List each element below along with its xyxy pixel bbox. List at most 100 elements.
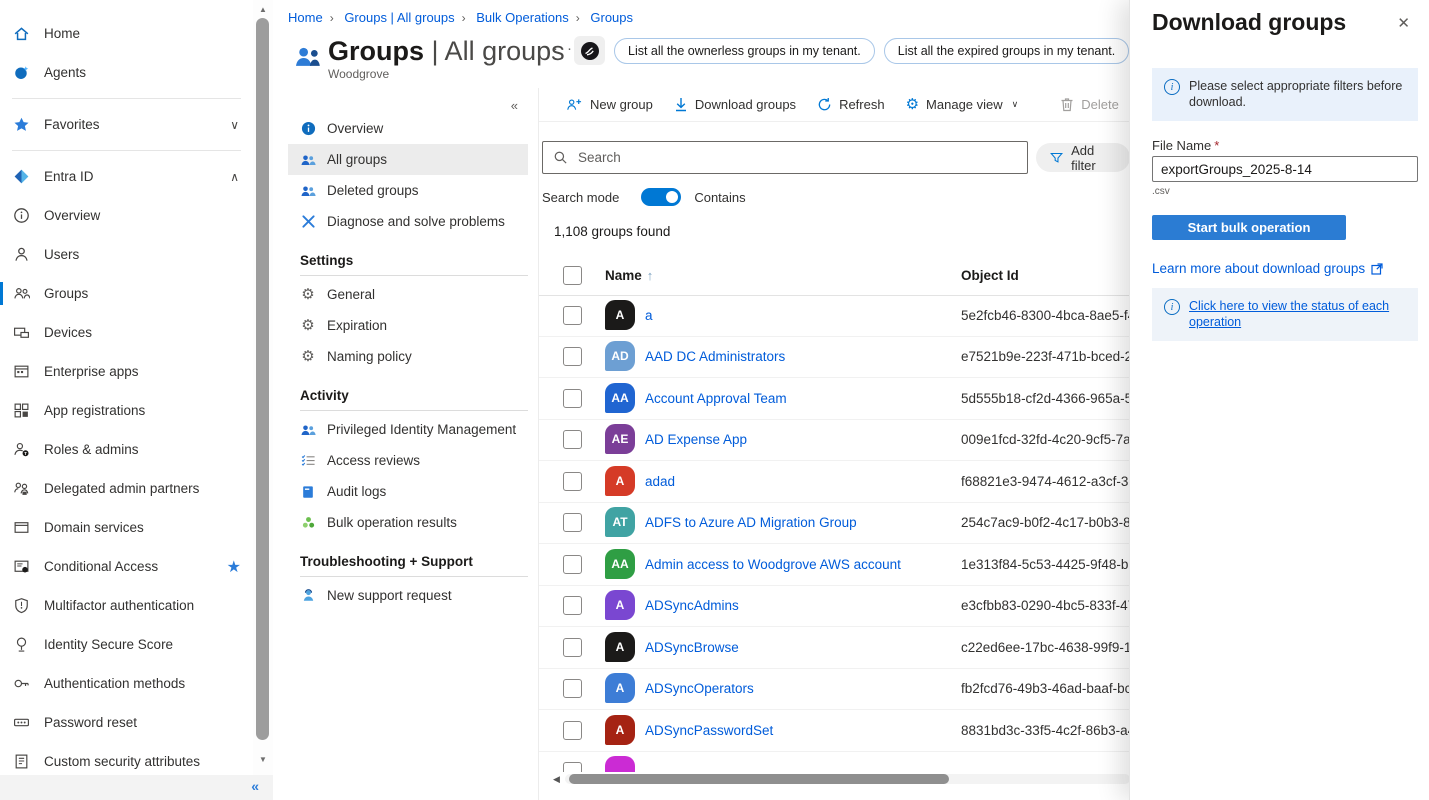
sidebar-item-groups[interactable]: Groups (0, 274, 253, 313)
column-header-object-id[interactable]: Object Id (961, 268, 1019, 283)
breadcrumb-home[interactable]: Home (288, 10, 323, 25)
row-checkbox[interactable] (563, 638, 582, 657)
group-name-link[interactable]: Account Approval Team (645, 391, 787, 406)
group-name-link[interactable]: ADSyncOperators (645, 681, 754, 696)
more-options-icon[interactable]: ··· (553, 40, 574, 57)
group-name-link[interactable]: ADFS to Azure AD Migration Group (645, 515, 857, 530)
sidebar-item-domain-services[interactable]: Domain services (0, 508, 253, 547)
table-row[interactable]: AT ADFS to Azure AD Migration Group 254c… (539, 502, 1130, 544)
table-row[interactable]: A adad f68821e3-9474-4612-a3cf-3c2 (539, 461, 1130, 503)
table-row[interactable]: A ADSyncOperators fb2fcd76-49b3-46ad-baa… (539, 668, 1130, 710)
subnav-item-audit-logs[interactable]: Audit logs (288, 476, 528, 507)
sidebar-item-delegated-admin-partners[interactable]: Delegated admin partners (0, 469, 253, 508)
chevron-down-icon[interactable]: ∨ (230, 118, 239, 132)
subnav-item-pim[interactable]: Privileged Identity Management (288, 414, 528, 445)
subnav-item-overview[interactable]: Overview (288, 113, 528, 144)
sidebar-item-conditional-access[interactable]: Conditional Access ★ (0, 547, 253, 586)
chevron-up-icon[interactable]: ∧ (230, 170, 239, 184)
scrollbar-thumb[interactable] (569, 774, 949, 784)
delete-button[interactable]: Delete (1060, 97, 1119, 112)
sidebar-item-devices[interactable]: Devices (0, 313, 253, 352)
subnav-item-diagnose[interactable]: Diagnose and solve problems (288, 206, 528, 237)
row-checkbox[interactable] (563, 513, 582, 532)
subnav-item-new-support-request[interactable]: New support request (288, 580, 528, 611)
table-row[interactable]: A ADSyncPasswordSet 8831bd3c-33f5-4c2f-8… (539, 710, 1130, 752)
row-checkbox[interactable] (563, 306, 582, 325)
sidebar-item-entra-id[interactable]: Entra ID ∧ (0, 157, 253, 196)
sidebar-item-identity-secure-score[interactable]: Identity Secure Score (0, 625, 253, 664)
start-bulk-operation-button[interactable]: Start bulk operation (1152, 215, 1346, 240)
row-checkbox[interactable] (563, 389, 582, 408)
favorite-star-icon[interactable]: ★ (227, 557, 241, 577)
table-row-partial[interactable] (539, 751, 1130, 774)
sidebar-item-password-reset[interactable]: Password reset (0, 703, 253, 742)
breadcrumb-bulk-operations[interactable]: Bulk Operations (476, 10, 569, 25)
sidebar-item-multifactor-authentication[interactable]: Multifactor authentication (0, 586, 253, 625)
collapse-sidebar-icon[interactable]: « (251, 778, 259, 794)
sidebar-item-custom-security-attributes[interactable]: Custom security attributes (0, 742, 253, 775)
group-name-link[interactable]: ADSyncAdmins (645, 598, 739, 613)
column-header-name[interactable]: Name ↑ (605, 268, 653, 283)
row-checkbox[interactable] (563, 347, 582, 366)
close-icon[interactable]: ✕ (1397, 14, 1410, 32)
scroll-down-icon[interactable]: ▼ (253, 755, 273, 764)
sidebar-item-roles-admins[interactable]: T Roles & admins (0, 430, 253, 469)
subnav-item-expiration[interactable]: ⚙ Expiration (288, 310, 528, 341)
group-name-link[interactable]: AAD DC Administrators (645, 349, 785, 364)
breadcrumb-groups-all-groups[interactable]: Groups | All groups (344, 10, 454, 25)
new-group-button[interactable]: New group (566, 97, 653, 112)
subnav-item-access-reviews[interactable]: Access reviews (288, 445, 528, 476)
select-all-checkbox[interactable] (563, 266, 582, 285)
scrollbar-thumb[interactable] (256, 18, 269, 740)
table-row[interactable]: A ADSyncBrowse c22ed6ee-17bc-4638-99f9-1… (539, 627, 1130, 669)
sidebar-item-home[interactable]: Home (0, 14, 253, 53)
scroll-left-icon[interactable]: ◀ (553, 774, 560, 785)
row-checkbox[interactable] (563, 430, 582, 449)
sidebar-item-overview[interactable]: Overview (0, 196, 253, 235)
sidebar-item-agents[interactable]: Agents (0, 53, 253, 92)
subnav-item-bulk-operation-results[interactable]: Bulk operation results (288, 507, 528, 538)
table-row[interactable]: AA Admin access to Woodgrove AWS account… (539, 544, 1130, 586)
table-row[interactable]: AA Account Approval Team 5d555b18-cf2d-4… (539, 378, 1130, 420)
group-name-link[interactable]: AD Expense App (645, 432, 747, 447)
horizontal-scrollbar[interactable]: ◀ (539, 772, 1130, 786)
group-name-link[interactable]: ADSyncBrowse (645, 640, 739, 655)
group-name-link[interactable]: adad (645, 474, 675, 489)
sidebar-item-users[interactable]: Users (0, 235, 253, 274)
operation-status-link[interactable]: Click here to view the status of each op… (1189, 298, 1406, 331)
download-groups-button[interactable]: Download groups (674, 97, 796, 112)
sidebar-item-favorites[interactable]: Favorites ∨ (0, 105, 253, 144)
add-filter-button[interactable]: Add filter (1036, 143, 1130, 173)
sidebar-item-authentication-methods[interactable]: Authentication methods (0, 664, 253, 703)
group-name-link[interactable]: ADSyncPasswordSet (645, 723, 773, 738)
subnav-item-deleted-groups[interactable]: Deleted groups (288, 175, 528, 206)
search-input[interactable] (576, 149, 1017, 166)
manage-view-button[interactable]: ⚙ Manage view ∨ (906, 97, 1019, 112)
sidebar-item-enterprise-apps[interactable]: Enterprise apps (0, 352, 253, 391)
group-name-link[interactable]: a (645, 308, 653, 323)
row-checkbox[interactable] (563, 596, 582, 615)
sidebar-scrollbar[interactable]: ▲ ▼ (253, 0, 273, 775)
row-checkbox[interactable] (563, 555, 582, 574)
collapse-subnav-icon[interactable]: « (511, 98, 518, 113)
subnav-item-general[interactable]: ⚙ General (288, 279, 528, 310)
scroll-up-icon[interactable]: ▲ (253, 5, 273, 14)
refresh-button[interactable]: Refresh (817, 97, 885, 112)
breadcrumb-groups[interactable]: Groups (590, 10, 633, 25)
table-row[interactable]: AE AD Expense App 009e1fcd-32fd-4c20-9cf… (539, 419, 1130, 461)
sidebar-item-app-registrations[interactable]: App registrations (0, 391, 253, 430)
copilot-prompt-pill[interactable]: List all the expired groups in my tenant… (883, 38, 1129, 64)
search-mode-toggle[interactable] (641, 188, 682, 206)
row-checkbox[interactable] (563, 679, 582, 698)
row-checkbox[interactable] (563, 472, 582, 491)
learn-more-link[interactable]: Learn more about download groups (1152, 261, 1383, 276)
table-row[interactable]: A a 5e2fcb46-8300-4bca-8ae5-f4c (539, 295, 1130, 337)
copilot-button[interactable] (574, 36, 605, 65)
copilot-prompt-pill[interactable]: List all the ownerless groups in my tena… (614, 38, 875, 64)
subnav-item-all-groups[interactable]: All groups (288, 144, 528, 175)
file-name-input[interactable] (1152, 156, 1418, 182)
table-row[interactable]: A ADSyncAdmins e3cfbb83-0290-4bc5-833f-4… (539, 585, 1130, 627)
row-checkbox[interactable] (563, 721, 582, 740)
table-row[interactable]: AD AAD DC Administrators e7521b9e-223f-4… (539, 336, 1130, 378)
group-name-link[interactable]: Admin access to Woodgrove AWS account (645, 557, 901, 572)
